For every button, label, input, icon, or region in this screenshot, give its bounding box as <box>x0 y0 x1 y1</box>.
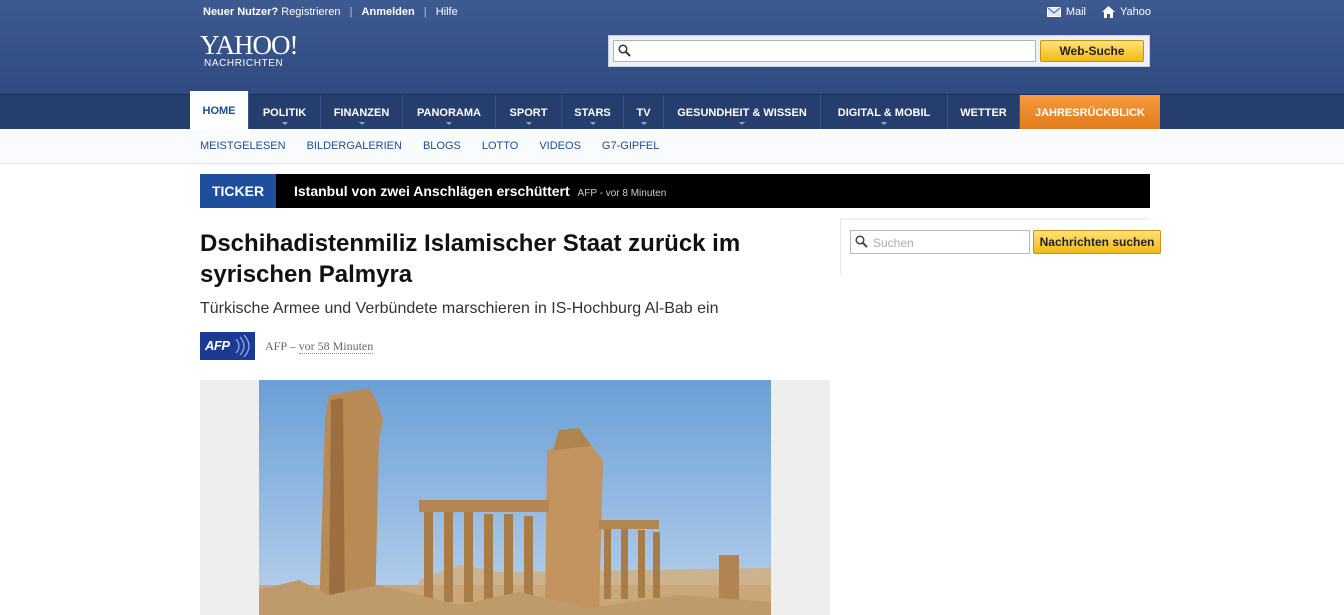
nav-wetter[interactable]: WETTER <box>948 95 1020 130</box>
logo-brand: YAHOO! <box>200 30 298 60</box>
nav-gesundheit-wissen[interactable]: GESUNDHEIT & WISSEN <box>664 95 821 130</box>
divider: | <box>423 6 427 18</box>
nav-label: STARS <box>574 106 611 119</box>
nav-label: POLITIK <box>262 106 307 119</box>
nav-sport[interactable]: SPORT <box>496 95 562 130</box>
news-search-field[interactable] <box>850 230 1030 254</box>
nav-label: WETTER <box>960 106 1007 119</box>
news-search-button[interactable]: Nachrichten suchen <box>1033 230 1161 254</box>
main-nav: HOME POLITIK FINANZEN PANORAMA SPORT STA… <box>0 91 1344 130</box>
chevron-down-icon <box>358 122 365 125</box>
article-title: Dschihadistenmiliz Islamischer Staat zur… <box>200 230 741 288</box>
web-search-button[interactable]: Web-Suche <box>1040 40 1144 62</box>
article-source: AFP – vor 58 Minuten <box>265 338 374 354</box>
web-search-field[interactable] <box>613 40 1036 62</box>
web-search-bar: Web-Suche <box>608 35 1150 67</box>
subnav-g7-gipfel[interactable]: G7-GIPFEL <box>602 140 659 152</box>
chevron-down-icon <box>446 122 452 125</box>
nav-home[interactable]: HOME <box>190 91 249 130</box>
afp-logo[interactable]: AFP <box>200 332 255 360</box>
top-right-links: Mail Yahoo <box>1046 6 1151 18</box>
ticker-meta: AFP - vor 8 Minuten <box>577 188 667 199</box>
subnav-meistgelesen[interactable]: MEISTGELESEN <box>200 140 286 152</box>
chevron-down-icon <box>525 122 532 125</box>
subnav-lotto[interactable]: LOTTO <box>482 140 518 152</box>
nav-tv[interactable]: TV <box>624 95 664 130</box>
mail-label: Mail <box>1065 6 1086 18</box>
nav-digital-mobil[interactable]: DIGITAL & MOBIL <box>821 95 948 130</box>
subnav-videos[interactable]: VIDEOS <box>539 140 581 152</box>
yahoo-label: Yahoo <box>1120 6 1151 18</box>
news-search-input[interactable] <box>871 234 1025 252</box>
palmyra-ruins-photo[interactable] <box>259 380 771 615</box>
nav-label: JAHRESRÜCKBLICK <box>1034 106 1145 119</box>
chevron-down-icon <box>739 122 745 125</box>
chevron-down-icon <box>589 122 596 125</box>
top-bar: Neuer Nutzer? Registrieren | Anmelden | … <box>203 6 458 18</box>
nav-label: GESUNDHEIT & WISSEN <box>677 106 807 119</box>
nav-panorama[interactable]: PANORAMA <box>403 95 496 130</box>
mail-link[interactable]: Mail <box>1046 6 1086 18</box>
divider: | <box>349 6 353 18</box>
web-search-input[interactable] <box>634 43 1033 61</box>
sub-nav: MEISTGELESEN BILDERGALERIEN BLOGS LOTTO … <box>0 129 1344 164</box>
article-subtitle: Türkische Armee und Verbündete marschier… <box>200 300 719 317</box>
nav-label: SPORT <box>509 106 548 119</box>
subnav-blogs[interactable]: BLOGS <box>423 140 461 152</box>
article-time-link[interactable]: vor 58 Minuten <box>298 338 374 354</box>
home-icon <box>1102 6 1115 18</box>
register-link[interactable]: Registrieren <box>281 6 340 18</box>
chevron-down-icon <box>881 122 887 125</box>
nav-label: PANORAMA <box>417 106 481 119</box>
chevron-down-icon <box>281 122 288 125</box>
news-ticker: TICKER Istanbul von zwei Anschlägen ersc… <box>200 174 1150 208</box>
search-icon <box>618 44 631 57</box>
yahoo-logo[interactable]: YAHOO! NACHRICHTEN <box>200 30 298 70</box>
subnav-bildergalerien[interactable]: BILDERGALERIEN <box>307 140 402 152</box>
chevron-down-icon <box>640 122 647 125</box>
login-link[interactable]: Anmelden <box>362 6 415 18</box>
help-link[interactable]: Hilfe <box>436 6 458 18</box>
header: Neuer Nutzer? Registrieren | Anmelden | … <box>0 0 1344 94</box>
new-user-label: Neuer Nutzer? <box>203 6 279 18</box>
yahoo-home-link[interactable]: Yahoo <box>1102 6 1151 18</box>
ticker-headline-link[interactable]: Istanbul von zwei Anschlägen erschüttert… <box>294 183 666 199</box>
nav-label: DIGITAL & MOBIL <box>837 106 931 119</box>
nav-label: TV <box>636 106 651 119</box>
afp-waves-icon <box>235 334 250 358</box>
article-image-frame <box>200 380 830 615</box>
source-name: AFP – <box>265 338 296 353</box>
nav-finanzen[interactable]: FINANZEN <box>321 95 403 130</box>
nav-label: HOME <box>202 104 236 117</box>
mail-icon <box>1046 7 1061 17</box>
nav-jahresrueckblick[interactable]: JAHRESRÜCKBLICK <box>1020 95 1160 130</box>
nav-label: FINANZEN <box>333 106 390 119</box>
article-byline: AFP AFP – vor 58 Minuten <box>200 332 374 360</box>
search-icon <box>855 235 868 248</box>
nav-stars[interactable]: STARS <box>562 95 624 130</box>
ticker-label: TICKER <box>200 174 276 208</box>
nav-politik[interactable]: POLITIK <box>249 95 321 130</box>
ticker-headline: Istanbul von zwei Anschlägen erschüttert <box>294 183 570 199</box>
